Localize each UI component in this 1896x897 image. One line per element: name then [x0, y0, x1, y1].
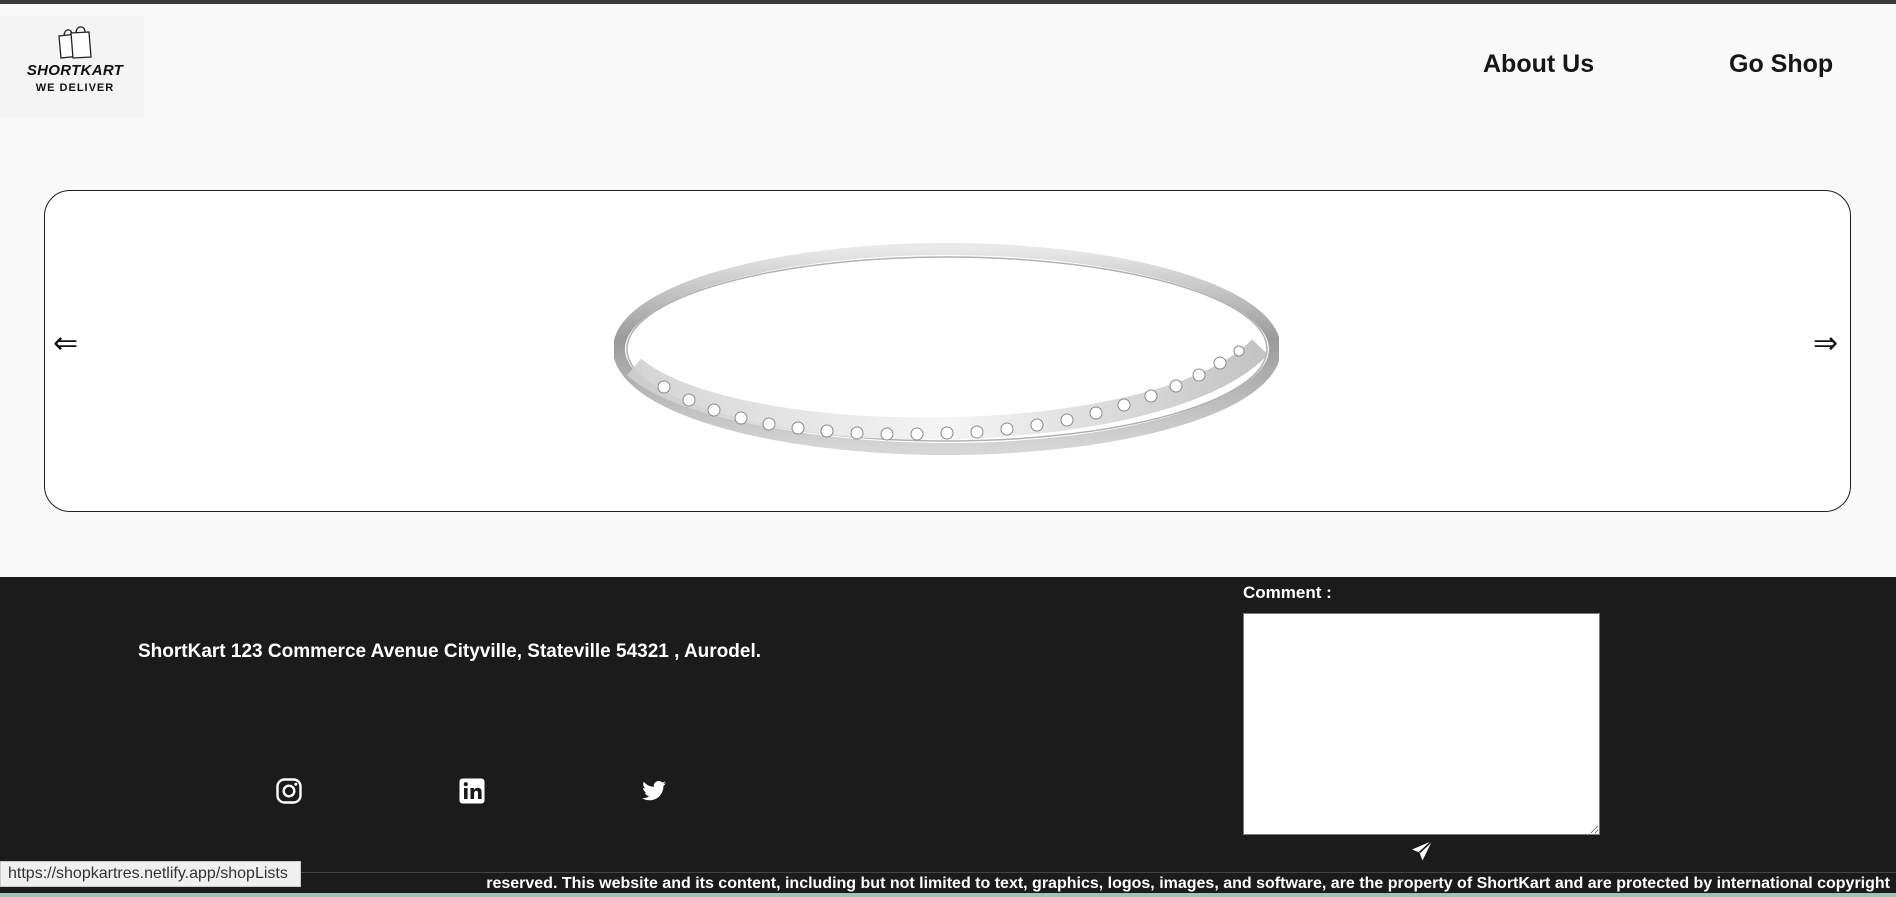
carousel-next-button[interactable]: ⇒ — [1813, 329, 1838, 359]
brand-logo[interactable]: SHORTKART WE DELIVER — [0, 16, 144, 118]
browser-status-url: https://shopkartres.netlify.app/shopList… — [0, 861, 301, 887]
brand-name: SHORTKART — [26, 62, 124, 79]
window-bottom-edge — [0, 893, 1896, 897]
site-header: SHORTKART WE DELIVER About Us Go Shop — [0, 4, 1896, 118]
instagram-icon[interactable] — [275, 777, 303, 805]
comment-textarea[interactable] — [1243, 613, 1600, 835]
shopping-bags-icon — [58, 26, 92, 59]
carousel-prev-button[interactable]: ⇐ — [53, 329, 78, 359]
carousel-slide-image — [614, 243, 1279, 455]
twitter-icon[interactable] — [640, 777, 668, 805]
product-carousel: ⇐ ⇒ — [44, 190, 1851, 512]
company-address: ShortKart 123 Commerce Avenue Cityville,… — [138, 641, 762, 662]
site-footer: ShortKart 123 Commerce Avenue Cityville,… — [0, 577, 1896, 897]
nav-go-shop[interactable]: Go Shop — [1729, 50, 1833, 79]
send-icon[interactable] — [1410, 839, 1434, 863]
brand-tagline: WE DELIVER — [35, 82, 115, 94]
linkedin-icon[interactable] — [458, 777, 486, 805]
comment-label: Comment : — [1243, 583, 1332, 602]
nav-about-us[interactable]: About Us — [1483, 50, 1594, 79]
